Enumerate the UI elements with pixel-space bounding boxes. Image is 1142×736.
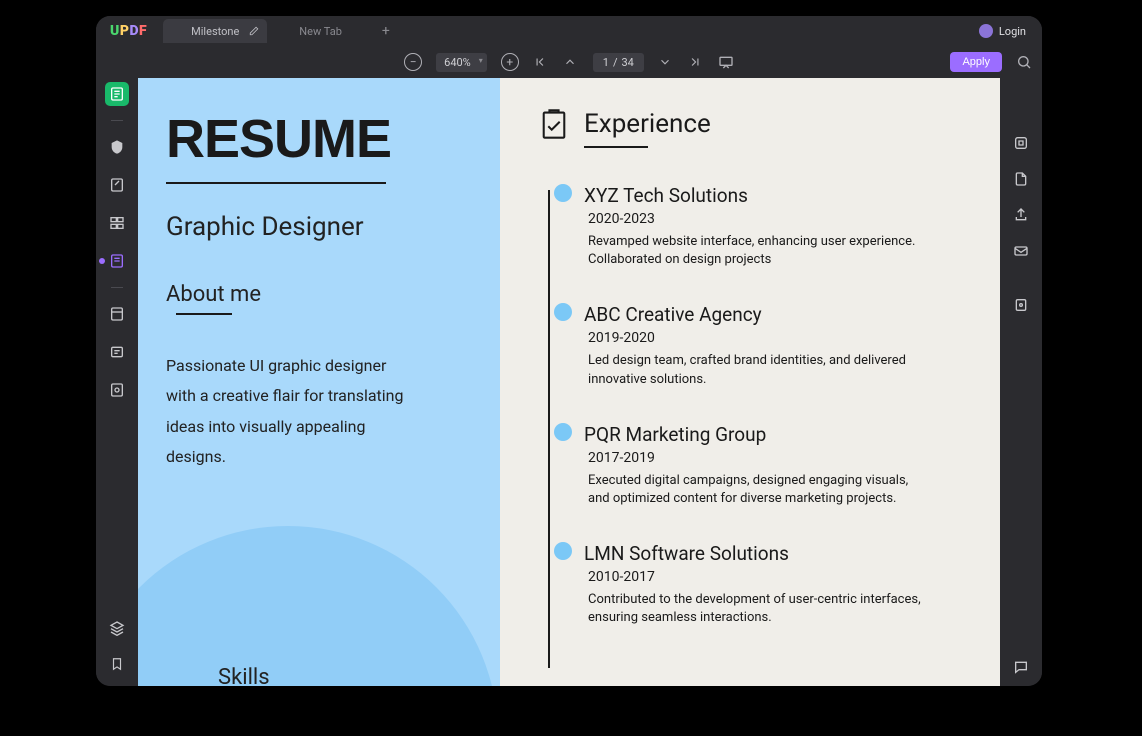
tab-label: Milestone [191, 25, 239, 38]
sidebar-divider [111, 120, 123, 121]
last-page-button[interactable] [688, 55, 704, 69]
reader-tool-icon[interactable] [105, 82, 129, 106]
company-dates: 2019-2020 [588, 330, 970, 346]
chat-icon[interactable] [1012, 658, 1030, 676]
zoom-out-button[interactable]: − [404, 53, 422, 71]
logo-p: P [120, 23, 130, 39]
tab-new-label: New Tab [299, 25, 342, 38]
organize-tool-icon[interactable] [105, 249, 129, 273]
page-current: 1 [603, 56, 609, 69]
tab-new[interactable]: New Tab [271, 19, 370, 43]
timeline-item: PQR Marketing Group 2017-2019 Executed d… [560, 423, 970, 508]
prev-page-button[interactable] [563, 55, 579, 69]
app-logo: U P D F [102, 23, 155, 39]
app-window: U P D F Milestone New Tab + Login − 640% [96, 16, 1042, 686]
layers-icon[interactable] [105, 616, 129, 640]
first-page-button[interactable] [533, 55, 549, 69]
crop-tool-icon[interactable] [105, 302, 129, 326]
company-name: ABC Creative Agency [584, 303, 970, 326]
document-page: RESUME Graphic Designer About me Passion… [138, 78, 1000, 686]
pencil-icon[interactable] [249, 26, 259, 36]
form-tool-icon[interactable] [105, 340, 129, 364]
apply-button[interactable]: Apply [950, 52, 1002, 72]
login-area[interactable]: Login [979, 24, 1036, 38]
next-page-button[interactable] [658, 55, 674, 69]
decorative-circle [138, 526, 498, 686]
apply-label: Apply [962, 56, 990, 68]
timeline-item: ABC Creative Agency 2019-2020 Led design… [560, 303, 970, 388]
protect-tool-icon[interactable] [105, 378, 129, 402]
company-dates: 2010-2017 [588, 569, 970, 585]
company-desc: Executed digital campaigns, designed eng… [588, 472, 928, 508]
resume-title: RESUME [166, 108, 472, 170]
bookmark-icon[interactable] [105, 652, 129, 676]
experience-timeline: XYZ Tech Solutions 2020-2023 Revamped we… [540, 184, 970, 628]
tab-milestone[interactable]: Milestone [163, 19, 267, 43]
document-viewport[interactable]: RESUME Graphic Designer About me Passion… [138, 78, 1000, 686]
left-sidebar [96, 78, 138, 686]
toolbar: − 640% + 1 / 34 Apply [96, 46, 1042, 78]
zoom-select[interactable]: 640% [436, 53, 487, 72]
resume-subtitle: Graphic Designer [166, 212, 472, 242]
email-icon[interactable] [1012, 242, 1030, 260]
tab-bar: Milestone New Tab + [163, 19, 979, 43]
about-heading: About me [166, 282, 472, 307]
search-icon[interactable] [1016, 54, 1032, 70]
logo-u: U [110, 23, 120, 39]
company-desc: Contributed to the development of user-c… [588, 591, 928, 627]
page-tool-icon[interactable] [105, 211, 129, 235]
zoom-value: 640% [444, 56, 471, 69]
resume-left-panel: RESUME Graphic Designer About me Passion… [138, 78, 500, 686]
about-underline [176, 313, 232, 315]
convert-icon[interactable] [1012, 170, 1030, 188]
timeline-item: LMN Software Solutions 2010-2017 Contrib… [560, 542, 970, 627]
titlebar: U P D F Milestone New Tab + Login [96, 16, 1042, 46]
skills-heading: Skills [218, 665, 270, 686]
page-total: 34 [621, 56, 633, 69]
body-area: RESUME Graphic Designer About me Passion… [96, 78, 1042, 686]
zoom-in-button[interactable]: + [501, 53, 519, 71]
company-dates: 2020-2023 [588, 211, 970, 227]
clipboard-icon [540, 108, 568, 140]
logo-d: D [129, 23, 139, 39]
company-name: PQR Marketing Group [584, 423, 970, 446]
comment-tool-icon[interactable] [105, 135, 129, 159]
experience-title: Experience [584, 109, 711, 139]
avatar-icon [979, 24, 993, 38]
logo-f: F [139, 23, 147, 39]
company-desc: Revamped website interface, enhancing us… [588, 233, 928, 269]
title-underline [166, 182, 386, 184]
company-desc: Led design team, crafted brand identitie… [588, 352, 928, 388]
print-icon[interactable] [1012, 296, 1030, 314]
company-dates: 2017-2019 [588, 450, 970, 466]
page-sep: / [613, 56, 618, 69]
company-name: XYZ Tech Solutions [584, 184, 970, 207]
edit-tool-icon[interactable] [105, 173, 129, 197]
right-sidebar [1000, 78, 1042, 686]
resume-right-panel: Experience XYZ Tech Solutions 2020-2023 … [500, 78, 1000, 686]
login-label: Login [999, 25, 1026, 38]
ocr-icon[interactable] [1012, 134, 1030, 152]
add-tab-button[interactable]: + [374, 19, 398, 43]
page-indicator[interactable]: 1 / 34 [593, 53, 644, 72]
share-icon[interactable] [1012, 206, 1030, 224]
company-name: LMN Software Solutions [584, 542, 970, 565]
sidebar-divider [111, 287, 123, 288]
about-text: Passionate UI graphic designer with a cr… [166, 351, 406, 473]
presentation-icon[interactable] [718, 54, 734, 70]
experience-underline [584, 146, 648, 148]
experience-header: Experience [540, 108, 970, 140]
timeline-item: XYZ Tech Solutions 2020-2023 Revamped we… [560, 184, 970, 269]
